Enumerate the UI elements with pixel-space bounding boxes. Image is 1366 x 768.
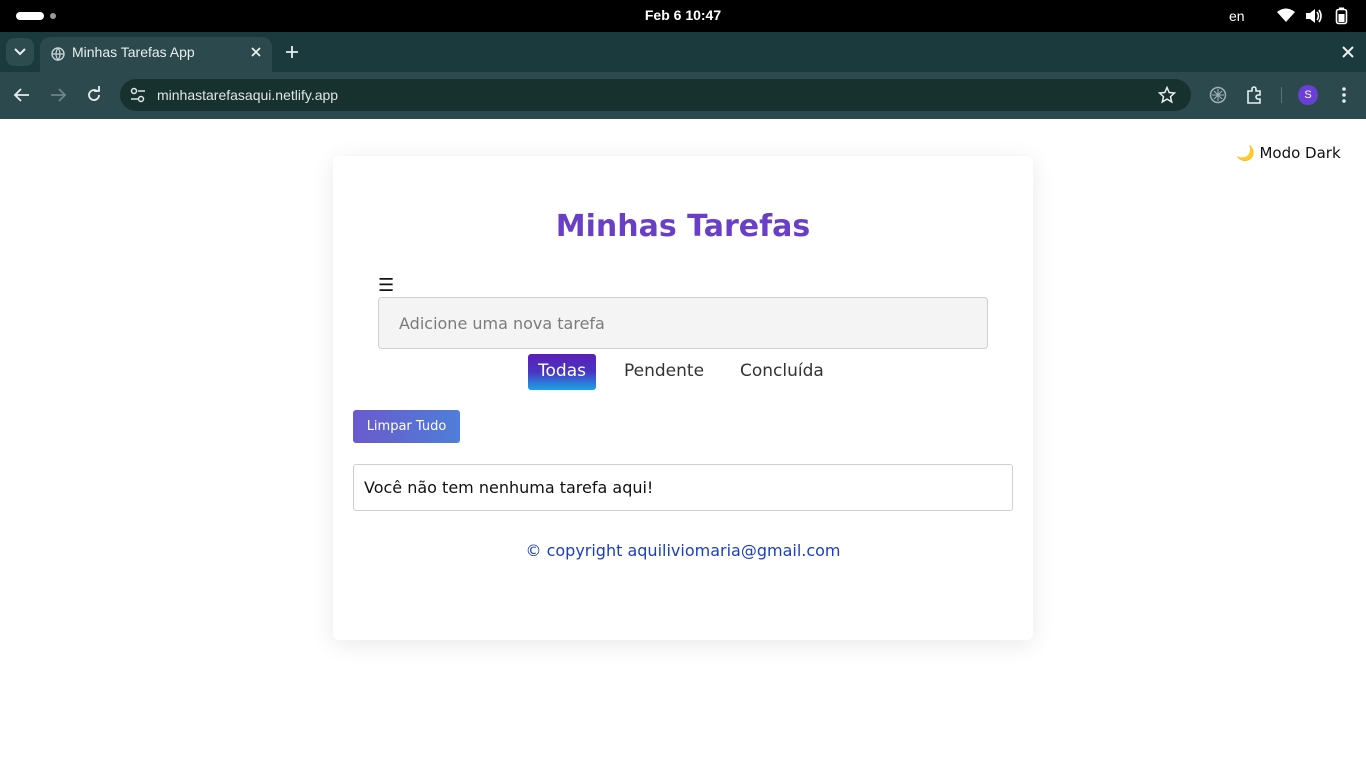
battery-icon[interactable] [1335,7,1349,25]
filter-pending[interactable]: Pendente [614,354,714,390]
profile-avatar[interactable]: S [1298,85,1318,105]
new-task-input[interactable] [378,297,988,349]
menu-icon[interactable]: ☰ [378,277,394,295]
filter-all[interactable]: Todas [528,354,596,390]
new-tab-icon[interactable] [283,43,301,61]
extensions-icon[interactable] [1244,85,1264,105]
system-clock[interactable]: Feb 6 10:47 [0,7,1366,23]
extension-puzzle-icon-alt[interactable] [1208,85,1228,105]
chevron-down-icon [14,48,26,56]
more-menu-icon[interactable] [1336,85,1352,105]
copyright-footer[interactable]: © copyright aquiliviomaria@gmail.com [333,541,1033,560]
toolbar-separator [1281,87,1282,103]
close-tab-icon[interactable] [250,46,262,58]
reload-icon[interactable] [84,85,104,105]
keyboard-language[interactable]: en [1229,8,1245,24]
wifi-icon[interactable] [1276,7,1296,25]
address-bar[interactable]: minhastarefasaqui.netlify.app [120,79,1191,111]
site-settings-icon[interactable] [129,87,147,103]
clear-all-button[interactable]: Limpar Tudo [353,410,460,443]
todo-card: Minhas Tarefas ☰ Todas Pendente Concluíd… [333,156,1033,640]
page-title: Minhas Tarefas [555,209,811,244]
empty-task-message: Você não tem nenhuma tarefa aqui! [353,464,1013,511]
bookmark-star-icon[interactable] [1158,86,1176,104]
dark-mode-toggle[interactable]: 🌙 Modo Dark [1236,144,1341,162]
tab-title: Minhas Tarefas App [72,44,195,60]
back-arrow-icon[interactable] [12,86,32,104]
system-top-bar: Feb 6 10:47 en [0,0,1366,32]
globe-icon [51,47,65,61]
close-window-icon[interactable] [1339,43,1357,61]
forward-arrow-icon[interactable] [48,86,68,104]
tab-search-button[interactable] [6,38,34,66]
volume-icon[interactable] [1304,7,1324,25]
browser-tab-active[interactable]: Minhas Tarefas App [40,37,272,72]
url-text[interactable]: minhastarefasaqui.netlify.app [157,87,338,103]
filter-completed[interactable]: Concluída [730,354,834,390]
